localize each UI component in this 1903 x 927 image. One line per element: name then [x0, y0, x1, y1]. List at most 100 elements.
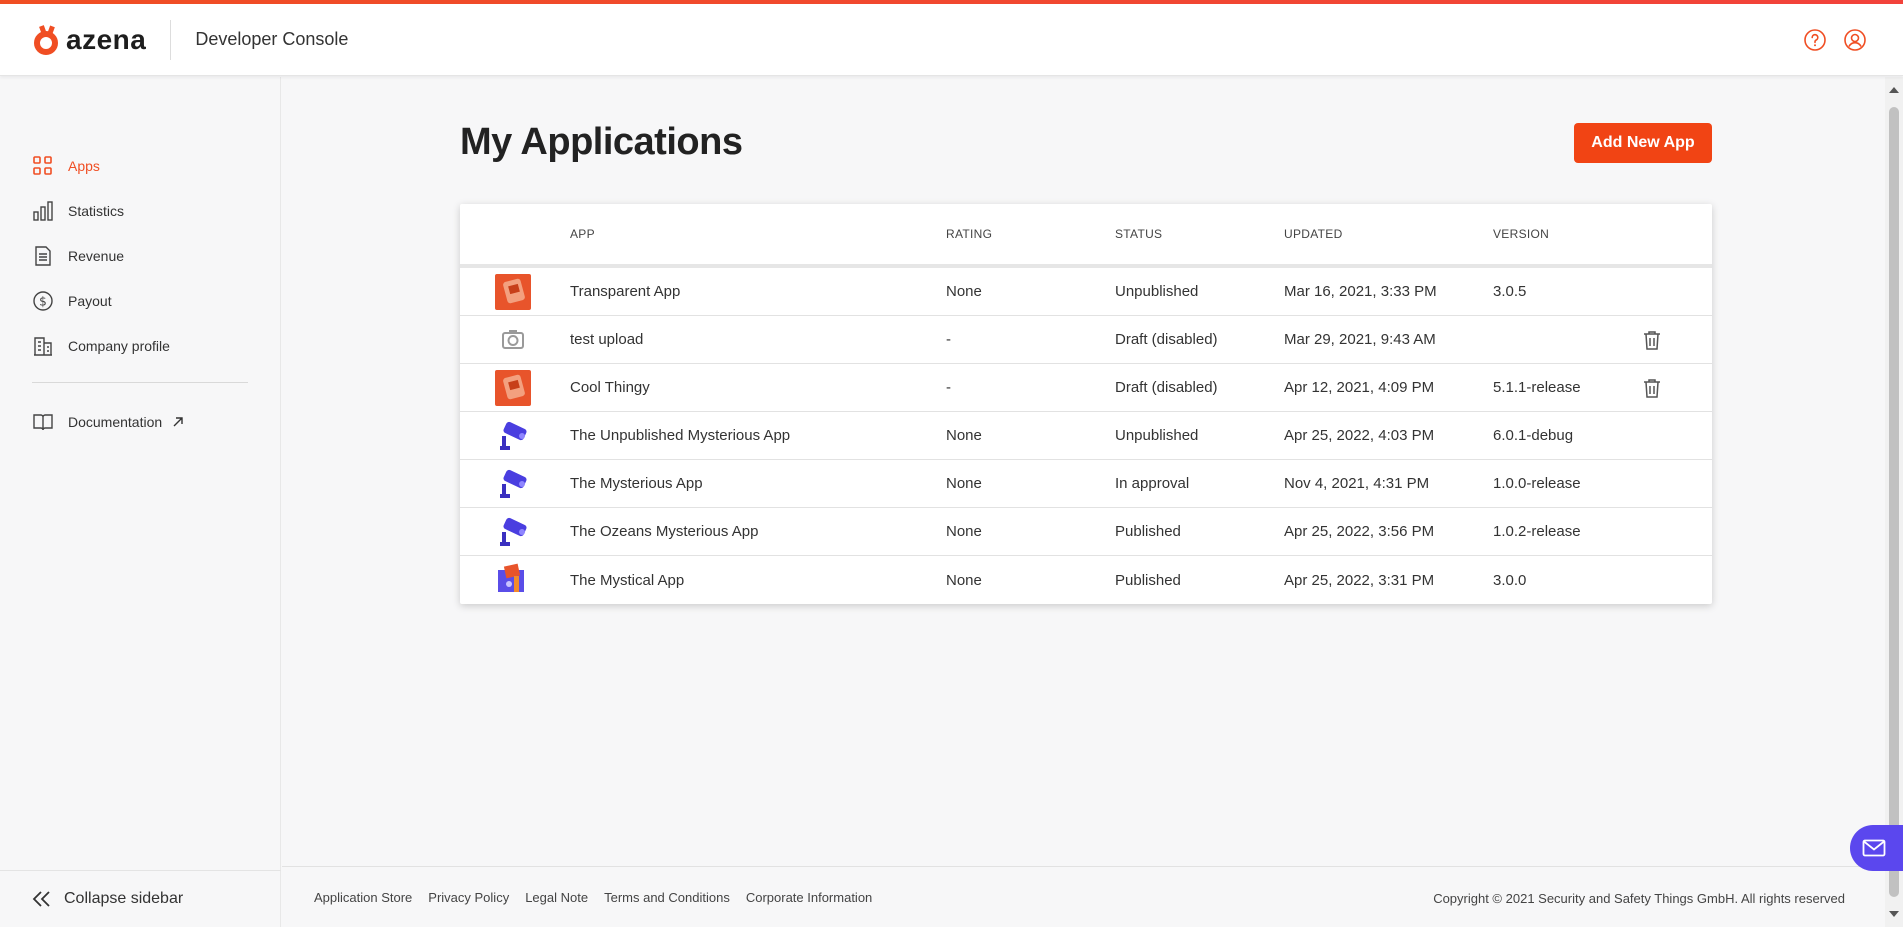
- trash-icon[interactable]: [1643, 330, 1661, 350]
- book-icon: [33, 413, 53, 430]
- table-row[interactable]: The Unpublished Mysterious App None Unpu…: [460, 412, 1712, 460]
- applications-table: App Rating Status Updated Version Transp…: [460, 204, 1712, 604]
- camera-placeholder-icon: [495, 321, 531, 358]
- app-thumbnail-mixed: [495, 562, 531, 598]
- sidebar-item-label: Company profile: [68, 337, 170, 354]
- thumbnail-cell: [460, 321, 570, 358]
- app-updated: Mar 16, 2021, 3:33 PM: [1284, 283, 1437, 300]
- dollar-circle-icon: $: [33, 290, 53, 311]
- app-status: Draft (disabled): [1115, 331, 1218, 348]
- footer-links: Application Store Privacy Policy Legal N…: [314, 890, 872, 905]
- column-header-status[interactable]: Status: [1115, 227, 1284, 241]
- app-header: azena Developer Console: [0, 4, 1903, 76]
- header-divider: [170, 19, 172, 60]
- double-chevron-left-icon: [32, 891, 50, 907]
- footer-link-terms[interactable]: Terms and Conditions: [604, 890, 730, 905]
- page-title: My Applications: [460, 121, 743, 163]
- sidebar-item-label: Payout: [68, 292, 112, 309]
- brand-name: azena: [66, 23, 147, 55]
- app-rating: None: [946, 427, 982, 444]
- scroll-up-arrow[interactable]: [1889, 87, 1899, 93]
- sidebar-item-apps[interactable]: Apps: [32, 143, 248, 188]
- app-thumbnail-orange: [495, 273, 531, 310]
- footer-link-privacy-policy[interactable]: Privacy Policy: [428, 890, 509, 905]
- app-name[interactable]: The Unpublished Mysterious App: [570, 427, 946, 444]
- thumbnail-cell: [460, 513, 570, 550]
- main-content: My Applications Add New App App Rating S…: [282, 77, 1885, 927]
- table-row[interactable]: The Mystical App None Published Apr 25, …: [460, 556, 1712, 604]
- sidebar-item-statistics[interactable]: Statistics: [32, 188, 248, 233]
- app-rating: None: [946, 571, 982, 589]
- thumbnail-cell: [460, 562, 570, 598]
- app-status: Unpublished: [1115, 427, 1199, 444]
- app-updated: Nov 4, 2021, 4:31 PM: [1284, 475, 1430, 492]
- sidebar-item-company-profile[interactable]: Company profile: [32, 323, 248, 368]
- column-header-rating[interactable]: Rating: [946, 227, 1115, 241]
- thumbnail-cell: [460, 273, 570, 310]
- azena-logo-icon: [34, 24, 58, 55]
- table-row[interactable]: The Mysterious App None In approval Nov …: [460, 460, 1712, 508]
- app-name[interactable]: The Ozeans Mysterious App: [570, 523, 946, 540]
- sidebar-bottom-divider: [0, 870, 281, 871]
- apps-grid-icon: [33, 155, 52, 175]
- app-rating: None: [946, 523, 982, 540]
- sidebar-item-label: Documentation: [68, 413, 163, 430]
- app-version: 3.0.5: [1493, 283, 1527, 300]
- app-version: 1.0.2-release: [1493, 523, 1581, 540]
- mail-icon: [1862, 839, 1886, 857]
- collapse-sidebar-label: Collapse sidebar: [64, 890, 184, 907]
- app-updated: Apr 25, 2022, 4:03 PM: [1284, 427, 1435, 444]
- security-camera-icon: [495, 417, 531, 454]
- copyright-text: Copyright © 2021 Security and Safety Thi…: [1433, 891, 1845, 906]
- sidebar-item-label: Statistics: [68, 202, 125, 219]
- row-actions: [1643, 378, 1712, 398]
- console-title: Developer Console: [195, 29, 349, 49]
- contact-mail-button[interactable]: [1850, 825, 1903, 871]
- app-status: Published: [1115, 523, 1181, 540]
- scroll-down-arrow[interactable]: [1889, 911, 1899, 917]
- app-updated: Apr 12, 2021, 4:09 PM: [1284, 379, 1435, 396]
- app-version: 6.0.1-debug: [1493, 427, 1574, 444]
- app-name[interactable]: The Mysterious App: [570, 475, 946, 492]
- sidebar-item-payout[interactable]: $ Payout: [32, 278, 248, 323]
- sidebar-divider: [32, 382, 248, 383]
- table-row[interactable]: test upload - Draft (disabled) Mar 29, 2…: [460, 316, 1712, 364]
- header-actions: [1803, 28, 1867, 52]
- app-version: 5.1.1-release: [1493, 379, 1581, 396]
- external-link-icon: [173, 416, 183, 426]
- app-status: Published: [1115, 571, 1181, 589]
- app-version: 1.0.0-release: [1493, 475, 1581, 492]
- sidebar: Apps Statistics Revenue $ Payout Company…: [0, 77, 281, 927]
- app-name[interactable]: Transparent App: [570, 283, 946, 300]
- app-name[interactable]: Cool Thingy: [570, 379, 946, 396]
- app-rating: -: [946, 379, 951, 396]
- app-name[interactable]: test upload: [570, 331, 946, 348]
- sidebar-item-revenue[interactable]: Revenue: [32, 233, 248, 278]
- collapse-sidebar-button[interactable]: Collapse sidebar: [32, 887, 183, 911]
- footer-link-application-store[interactable]: Application Store: [314, 890, 412, 905]
- footer-link-corporate-information[interactable]: Corporate Information: [746, 890, 872, 905]
- table-row[interactable]: Cool Thingy - Draft (disabled) Apr 12, 2…: [460, 364, 1712, 412]
- brand-logo[interactable]: azena: [32, 20, 146, 60]
- add-new-app-button[interactable]: Add New App: [1574, 123, 1712, 163]
- footer-link-legal-note[interactable]: Legal Note: [525, 890, 588, 905]
- sidebar-item-label: Apps: [68, 157, 100, 174]
- page-scrollbar[interactable]: [1885, 77, 1903, 927]
- trash-icon[interactable]: [1643, 378, 1661, 398]
- building-icon: [34, 336, 52, 356]
- column-header-version[interactable]: Version: [1493, 227, 1643, 241]
- table-row[interactable]: The Ozeans Mysterious App None Published…: [460, 508, 1712, 556]
- table-row[interactable]: Transparent App None Unpublished Mar 16,…: [460, 268, 1712, 316]
- app-rating: None: [946, 475, 982, 492]
- user-icon[interactable]: [1843, 28, 1867, 52]
- scroll-thumb[interactable]: [1889, 107, 1899, 897]
- table-header: App Rating Status Updated Version: [460, 204, 1712, 268]
- help-icon[interactable]: [1803, 28, 1827, 52]
- app-status: Unpublished: [1115, 283, 1199, 300]
- bar-chart-icon: [33, 200, 53, 221]
- sidebar-item-documentation[interactable]: Documentation: [32, 399, 248, 444]
- column-header-updated[interactable]: Updated: [1284, 227, 1493, 241]
- column-header-app[interactable]: App: [570, 227, 946, 241]
- app-updated: Apr 25, 2022, 3:56 PM: [1284, 523, 1435, 540]
- app-name[interactable]: The Mystical App: [570, 572, 946, 589]
